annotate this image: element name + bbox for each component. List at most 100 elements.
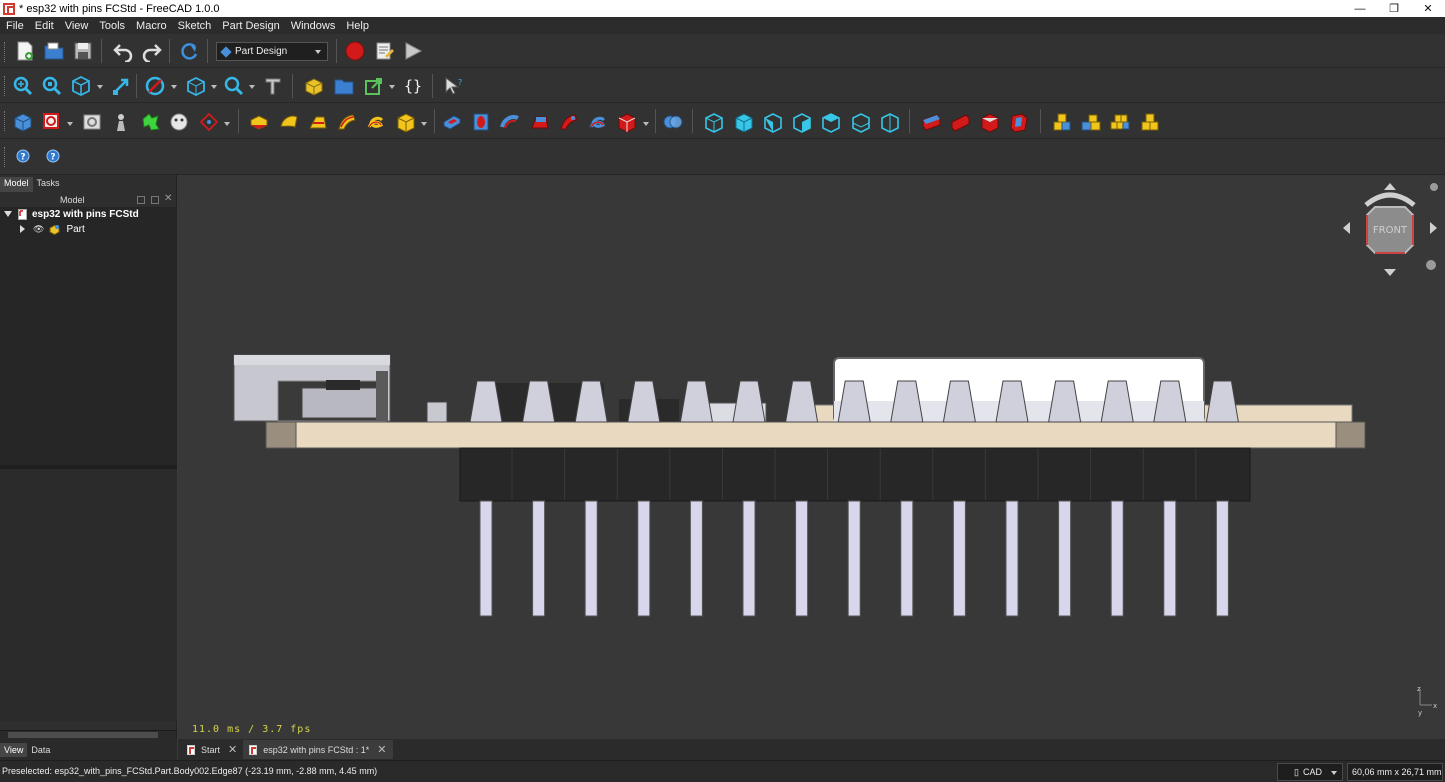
- expand-arrow-icon[interactable]: [4, 211, 12, 217]
- datum-line-icon[interactable]: [139, 111, 161, 133]
- redo-icon[interactable]: [141, 40, 163, 62]
- toolbar-grip[interactable]: [4, 147, 7, 167]
- pipe-icon[interactable]: [336, 111, 358, 133]
- tab-data[interactable]: Data: [27, 743, 54, 757]
- pad-icon[interactable]: [248, 111, 270, 133]
- navigation-style-selector[interactable]: ▯ CAD: [1277, 763, 1343, 781]
- pocket-icon[interactable]: [441, 111, 463, 133]
- model-scene[interactable]: [178, 175, 1445, 739]
- chevron-down-icon[interactable]: [67, 122, 73, 126]
- arrow-right-icon[interactable]: [1430, 222, 1437, 234]
- link-icon[interactable]: [363, 75, 385, 97]
- draw-style-icon[interactable]: [144, 75, 166, 97]
- macro-editor-icon[interactable]: [373, 40, 395, 62]
- record-macro-icon[interactable]: [344, 40, 366, 62]
- menu-macro[interactable]: Macro: [130, 20, 172, 32]
- datum-point-icon[interactable]: [110, 111, 132, 133]
- subtractive-box-icon[interactable]: [616, 111, 638, 133]
- subtractive-helix-icon[interactable]: [587, 111, 609, 133]
- polar-pattern-icon[interactable]: [762, 111, 784, 133]
- close-window-button[interactable]: ✕: [1411, 0, 1445, 17]
- tab-tasks[interactable]: Tasks: [33, 177, 64, 192]
- chevron-down-icon[interactable]: [211, 85, 217, 89]
- chevron-down-icon[interactable]: [249, 85, 255, 89]
- fillet-icon[interactable]: [920, 111, 942, 133]
- whats-this-help-icon[interactable]: ?: [44, 147, 62, 165]
- menu-edit[interactable]: Edit: [29, 20, 59, 32]
- menu-file[interactable]: File: [0, 20, 29, 32]
- loft-icon[interactable]: [307, 111, 329, 133]
- menu-tools[interactable]: Tools: [93, 20, 130, 32]
- sketch-icon[interactable]: [41, 111, 63, 133]
- toolbar-grip[interactable]: [4, 111, 7, 131]
- expand-arrow-icon[interactable]: [20, 225, 25, 233]
- group-icon[interactable]: [333, 75, 355, 97]
- helix-icon[interactable]: [365, 111, 387, 133]
- measure-icon[interactable]: [262, 75, 284, 97]
- part-icon[interactable]: [303, 75, 325, 97]
- dock-close-icon[interactable]: ✕: [164, 193, 172, 204]
- tab-model[interactable]: Model: [0, 177, 33, 192]
- groove-icon[interactable]: [499, 111, 521, 133]
- view-pattern-icon[interactable]: [850, 111, 872, 133]
- datum-plane-icon[interactable]: [198, 111, 220, 133]
- chevron-down-icon[interactable]: [643, 122, 649, 126]
- chevron-down-icon[interactable]: [97, 85, 103, 89]
- tab-document[interactable]: esp32 with pins FCStd : 1* ✕: [243, 740, 393, 759]
- mirror-icon[interactable]: [703, 111, 725, 133]
- fit-selection-icon[interactable]: [41, 75, 63, 97]
- chevron-down-icon[interactable]: [224, 122, 230, 126]
- multi-transform-icon[interactable]: [820, 111, 842, 133]
- arrow-up-icon[interactable]: [1384, 183, 1396, 190]
- close-tab-icon[interactable]: ✕: [228, 743, 237, 756]
- scrollbar-thumb[interactable]: [8, 732, 158, 738]
- zoom-icon[interactable]: [223, 75, 245, 97]
- body-icon[interactable]: [12, 111, 34, 133]
- additive-box-icon[interactable]: [395, 111, 417, 133]
- toolbar-grip[interactable]: [4, 76, 7, 96]
- navcube-home-icon[interactable]: [1430, 183, 1438, 191]
- additive-primitive-3-icon[interactable]: [1109, 111, 1131, 133]
- chevron-down-icon[interactable]: [171, 85, 177, 89]
- arrow-left-icon[interactable]: [1343, 222, 1350, 234]
- thickness-icon[interactable]: [1008, 111, 1030, 133]
- chevron-down-icon[interactable]: [421, 122, 427, 126]
- execute-macro-icon[interactable]: [402, 40, 424, 62]
- horizontal-scrollbar[interactable]: [0, 730, 176, 739]
- additive-primitive-1-icon[interactable]: [1051, 111, 1073, 133]
- subtractive-pipe-icon[interactable]: [558, 111, 580, 133]
- new-document-icon[interactable]: [14, 40, 36, 62]
- close-tab-icon[interactable]: ✕: [377, 743, 386, 756]
- revolution-icon[interactable]: [278, 111, 300, 133]
- additive-primitive-4-icon[interactable]: [1139, 111, 1161, 133]
- attach-icon[interactable]: [81, 111, 103, 133]
- save-document-icon[interactable]: [72, 40, 94, 62]
- isometric-view-icon[interactable]: [70, 75, 92, 97]
- arrow-down-icon[interactable]: [1384, 269, 1396, 276]
- additive-primitive-2-icon[interactable]: [1080, 111, 1102, 133]
- draft-icon[interactable]: [979, 111, 1001, 133]
- menu-windows[interactable]: Windows: [285, 20, 341, 32]
- boolean-icon[interactable]: [662, 111, 684, 133]
- undo-icon[interactable]: [112, 40, 134, 62]
- clone-icon[interactable]: [168, 111, 190, 133]
- refresh-icon[interactable]: [178, 40, 200, 62]
- minimize-button[interactable]: —: [1343, 0, 1377, 17]
- visibility-eye-icon[interactable]: 👁: [33, 224, 44, 235]
- tree-item-part[interactable]: 👁 Part: [20, 222, 85, 236]
- shape-binder-icon[interactable]: [879, 111, 901, 133]
- menu-help[interactable]: Help: [340, 20, 374, 32]
- hole-icon[interactable]: [470, 111, 492, 133]
- tree-item-document[interactable]: esp32 with pins FCStd: [0, 207, 139, 221]
- menu-sketch[interactable]: Sketch: [172, 20, 217, 32]
- 3d-viewport[interactable]: 11.0 ms / 3.7 fps FRONT z x y: [178, 175, 1445, 739]
- dimension-indicator[interactable]: 60,06 mm x 26,71 mm: [1347, 763, 1443, 781]
- help-icon[interactable]: ?: [14, 147, 32, 165]
- rotate-arc-icon[interactable]: [1364, 192, 1416, 207]
- menu-view[interactable]: View: [59, 20, 94, 32]
- expression-icon[interactable]: {}: [402, 75, 424, 97]
- workbench-selector[interactable]: Part Design: [216, 42, 328, 61]
- bounding-box-icon[interactable]: [110, 75, 132, 97]
- tab-start[interactable]: Start ✕: [181, 740, 243, 759]
- navcube-menu-icon[interactable]: [1426, 260, 1436, 270]
